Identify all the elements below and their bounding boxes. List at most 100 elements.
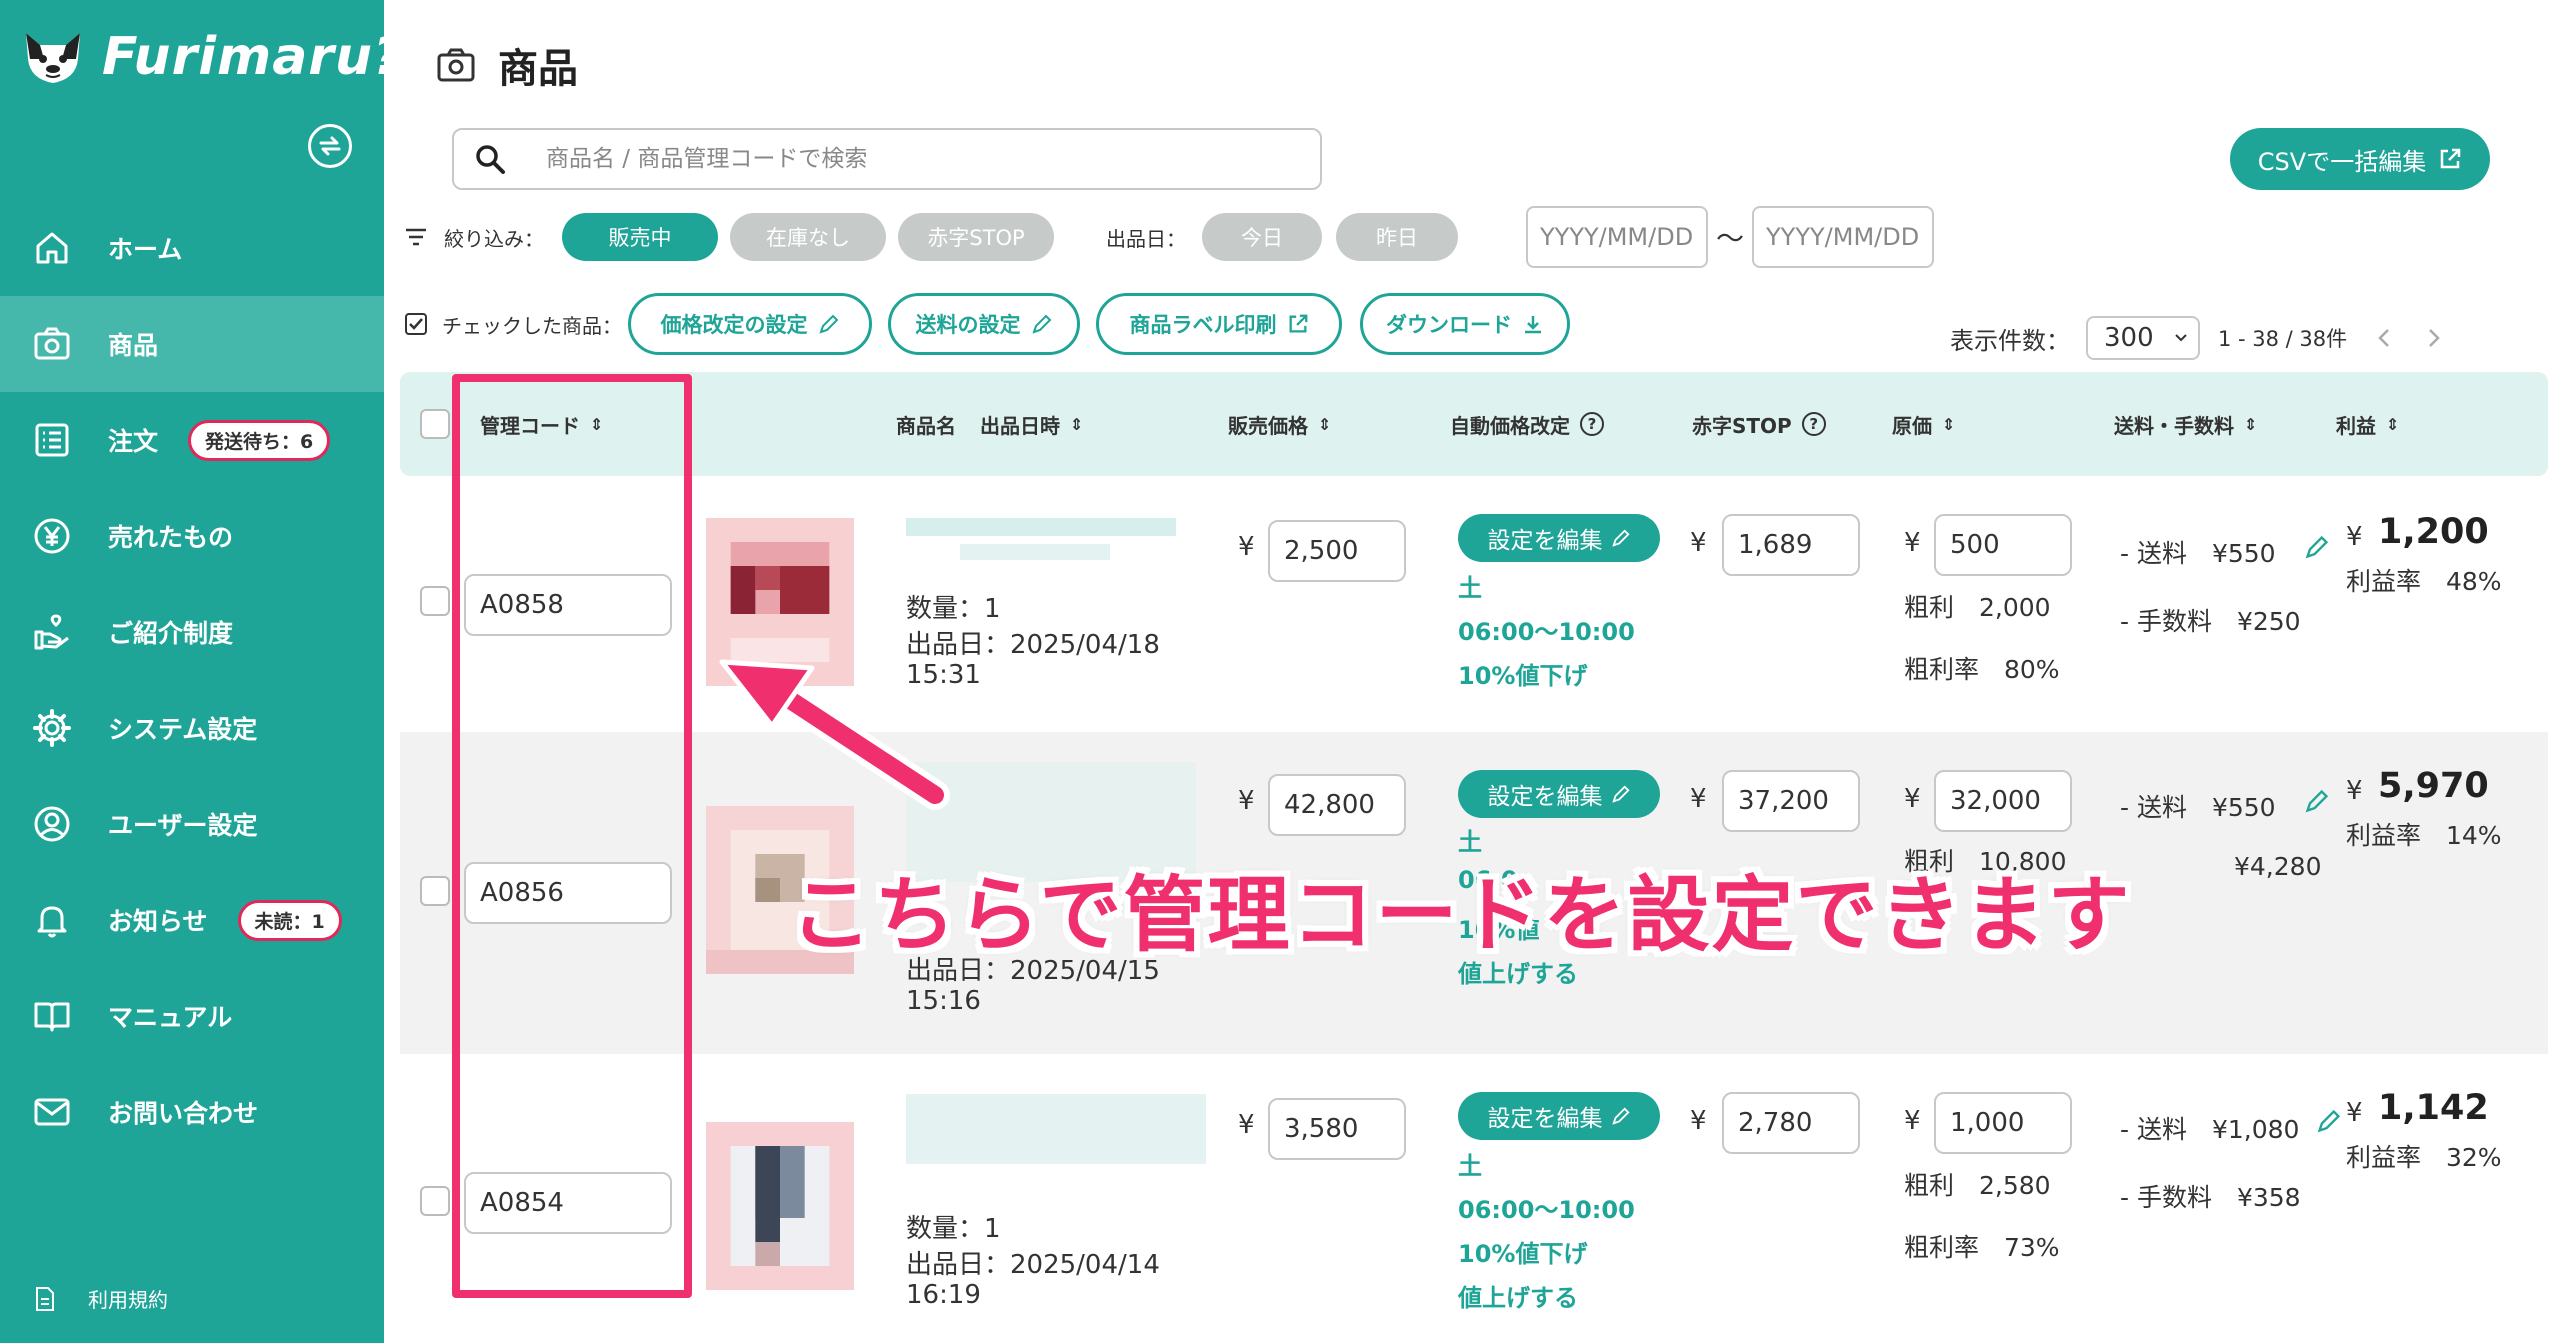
th-auto-label: 自動価格改定 [1450,413,1570,438]
help-icon[interactable]: ? [1580,412,1604,436]
th-listed[interactable]: 出品日時 ⇕ [980,372,1083,476]
price-input[interactable]: 42,800 [1268,774,1406,836]
yen-icon [28,512,76,560]
gear-icon [28,704,76,752]
sidebar-item-notifications[interactable]: お知らせ 未読：1 [0,872,384,968]
loss-stop-input[interactable]: 2,780 [1722,1092,1860,1154]
sort-icon[interactable]: ⇕ [1318,415,1331,434]
row-checkbox[interactable] [420,876,450,906]
help-icon[interactable]: ? [1801,412,1826,436]
currency-symbol: ¥ [1238,532,1255,562]
pencil-icon[interactable] [2316,1108,2342,1134]
pencil-icon [1611,529,1630,547]
listed-time: 16:19 [906,1280,981,1310]
th-cost[interactable]: 原価 ⇕ [1892,372,1955,476]
pencil-icon [1611,785,1630,803]
listed-date: 出品日：2025/04/18 [906,630,1160,660]
product-thumbnail[interactable] [706,518,854,686]
logo[interactable]: Furimaru? [20,22,404,92]
th-name: 商品名 [896,372,956,476]
price-input[interactable]: 3,580 [1268,1098,1406,1160]
sidebar-item-system-settings[interactable]: システム設定 [0,680,384,776]
terms-link[interactable]: 利用規約 [34,1284,168,1313]
edit-auto-price-button[interactable]: 設定を編集 [1458,514,1660,562]
search-input[interactable] [546,146,1266,172]
sidebar-item-label: ホーム [108,235,183,264]
th-profit[interactable]: 利益 ⇕ [2336,372,2399,476]
currency-symbol: ¥ [1904,528,1921,558]
price-revision-button[interactable]: 価格改定の設定 [628,293,872,355]
search-icon [476,145,505,174]
th-listed-label: 出品日時 [980,413,1060,438]
sort-icon[interactable]: ⇕ [2244,415,2257,434]
filter-loss-stop[interactable]: 赤字STOP [898,213,1054,261]
blurred-product-name [960,544,1110,560]
row-checkbox[interactable] [420,586,450,616]
edit-auto-price-button[interactable]: 設定を編集 [1458,770,1660,818]
profit-rate: 利益率 48% [2346,567,2502,596]
cost-input[interactable]: 32,000 [1934,770,2072,832]
quantity: 数量：1 [906,594,1001,624]
quantity: 数量：1 [906,1214,1001,1244]
sidebar-item-label: 注文 [108,427,159,456]
search-box[interactable] [452,128,1322,190]
sidebar-item-orders[interactable]: 注文 発送待ち：6 [0,392,384,488]
product-thumbnail[interactable] [706,1122,854,1290]
sidebar-item-user-settings[interactable]: ユーザー設定 [0,776,384,872]
blurred-product-name [906,1094,1206,1164]
currency-symbol: ¥ [1904,784,1921,814]
row-checkbox[interactable] [420,1186,450,1216]
edit-auto-price-button[interactable]: 設定を編集 [1458,1092,1660,1140]
sidebar-item-products[interactable]: 商品 [0,296,384,392]
currency-symbol: ¥ [1238,1110,1255,1140]
sidebar-item-contact[interactable]: お問い合わせ [0,1064,384,1160]
date-range-separator: 〜 [1716,222,1745,255]
sort-icon[interactable]: ⇕ [2386,415,2399,434]
pencil-icon[interactable] [2304,534,2330,560]
shipping-settings-button[interactable]: 送料の設定 [888,293,1080,355]
sidebar-item-referral[interactable]: ご紹介制度 [0,584,384,680]
cost-input[interactable]: 1,000 [1934,1092,2072,1154]
auto-price-rule: 10%値下げ [1458,662,1588,690]
auto-price-hours: 06:00〜10:00 [1458,1196,1635,1224]
next-page-icon[interactable] [2427,327,2441,349]
per-page-select[interactable]: 300 [2086,316,2200,360]
date-to-field[interactable]: YYYY/MM/DD [1752,206,1935,268]
sidebar-item-home[interactable]: ホーム [0,200,384,296]
cost-input[interactable]: 500 [1934,514,2072,576]
filter-today[interactable]: 今日 [1202,213,1322,261]
csv-bulk-edit-button[interactable]: CSVで一括編集 [2230,128,2490,190]
sidebar-item-label: マニュアル [108,1003,233,1032]
prev-page-icon[interactable] [2377,327,2391,349]
loss-stop-input[interactable]: 1,689 [1722,514,1860,576]
hand-heart-icon [28,608,76,656]
sidebar-item-label: ご紹介制度 [108,619,234,648]
th-fees[interactable]: 送料・手数料 ⇕ [2114,372,2257,476]
sidebar-item-sold[interactable]: 売れたもの [0,488,384,584]
mail-icon [28,1088,76,1136]
loss-stop-input[interactable]: 37,200 [1722,770,1860,832]
gross-profit: 粗利 2,000 [1904,593,2051,622]
sidebar-item-label: お問い合わせ [108,1099,259,1128]
download-label: ダウンロード [1386,313,1512,337]
filter-yesterday[interactable]: 昨日 [1336,213,1458,261]
price-input[interactable]: 2,500 [1268,520,1406,582]
pencil-icon [818,314,838,334]
sync-icon[interactable] [308,124,352,168]
currency-symbol: ¥ [1690,784,1707,814]
currency-symbol: ¥ [1238,786,1255,816]
sidebar-item-manual[interactable]: マニュアル [0,968,384,1064]
select-all-checkbox[interactable] [420,372,450,476]
sort-icon[interactable]: ⇕ [1942,415,1955,434]
sidebar-item-label: 商品 [108,331,159,360]
filter-on-sale[interactable]: 販売中 [562,213,718,261]
filter-out-of-stock[interactable]: 在庫なし [730,213,886,261]
label-print-button[interactable]: 商品ラベル印刷 [1096,293,1342,355]
sort-icon[interactable]: ⇕ [1070,415,1083,434]
chevron-down-icon [2175,334,2187,342]
shipping-settings-label: 送料の設定 [915,313,1021,337]
th-price[interactable]: 販売価格 ⇕ [1228,372,1331,476]
date-from-field[interactable]: YYYY/MM/DD [1526,206,1708,268]
pencil-icon[interactable] [2304,788,2330,814]
download-button[interactable]: ダウンロード [1360,293,1570,355]
